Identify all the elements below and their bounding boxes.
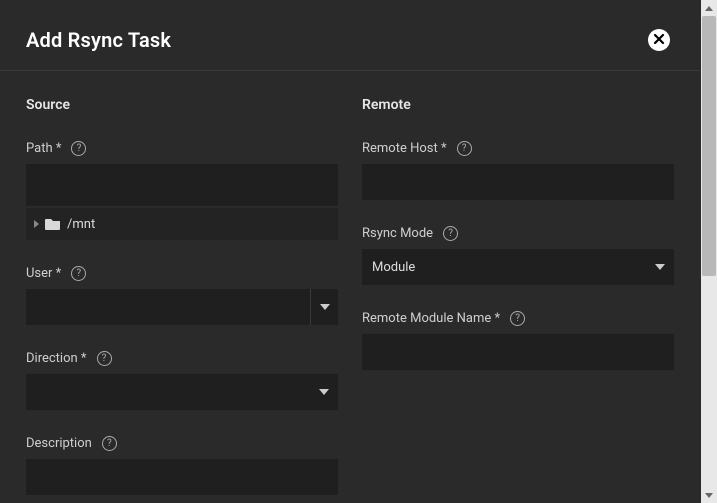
rsync-mode-value: Module xyxy=(362,249,646,285)
path-label: Path * xyxy=(26,141,61,156)
help-icon[interactable]: ? xyxy=(510,311,525,326)
direction-select[interactable] xyxy=(26,374,338,410)
user-dropdown-button[interactable] xyxy=(310,289,338,325)
chevron-down-icon xyxy=(319,389,329,395)
rsync-mode-field: Rsync Mode ? Module xyxy=(362,226,674,285)
scroll-track[interactable] xyxy=(701,16,717,487)
help-icon[interactable]: ? xyxy=(102,436,117,451)
chevron-up-icon xyxy=(705,6,713,11)
help-icon[interactable]: ? xyxy=(457,141,472,156)
source-column: Source Path * ? /mnt User * xyxy=(26,97,338,503)
close-icon xyxy=(652,31,666,50)
remote-host-field: Remote Host * ? xyxy=(362,141,674,200)
path-tree-item[interactable]: /mnt xyxy=(26,208,338,240)
path-field: Path * ? /mnt xyxy=(26,141,338,240)
user-select[interactable] xyxy=(26,289,338,325)
direction-field: Direction * ? xyxy=(26,351,338,410)
user-field: User * ? xyxy=(26,266,338,325)
rsync-mode-dropdown-button[interactable] xyxy=(646,249,674,285)
help-icon[interactable]: ? xyxy=(97,351,112,366)
rsync-mode-label: Rsync Mode xyxy=(362,226,433,241)
user-input[interactable] xyxy=(26,289,310,325)
folder-icon xyxy=(45,217,61,231)
remote-module-input[interactable] xyxy=(362,334,674,370)
user-label: User * xyxy=(26,266,61,281)
scroll-thumb[interactable] xyxy=(702,16,716,276)
remote-host-label: Remote Host * xyxy=(362,141,447,156)
help-icon[interactable]: ? xyxy=(71,141,86,156)
path-input[interactable] xyxy=(26,164,338,206)
remote-host-input[interactable] xyxy=(362,164,674,200)
description-field: Description ? xyxy=(26,436,338,495)
chevron-down-icon xyxy=(655,264,665,270)
remote-module-field: Remote Module Name * ? xyxy=(362,311,674,370)
description-label: Description xyxy=(26,436,92,451)
direction-value xyxy=(26,374,310,410)
path-tree-label: /mnt xyxy=(67,217,95,232)
help-icon[interactable]: ? xyxy=(443,226,458,241)
direction-label: Direction * xyxy=(26,351,87,366)
description-input[interactable] xyxy=(26,459,338,495)
remote-heading: Remote xyxy=(362,97,674,113)
remote-module-label: Remote Module Name * xyxy=(362,311,500,326)
chevron-down-icon xyxy=(320,304,330,310)
dialog-header: Add Rsync Task xyxy=(0,0,700,71)
remote-column: Remote Remote Host * ? Rsync Mode ? Modu… xyxy=(362,97,674,503)
scroll-down-button[interactable] xyxy=(701,487,717,503)
vertical-scrollbar[interactable] xyxy=(701,0,717,503)
chevron-down-icon xyxy=(705,493,713,498)
direction-dropdown-button[interactable] xyxy=(310,374,338,410)
dialog-title: Add Rsync Task xyxy=(26,28,171,52)
rsync-mode-select[interactable]: Module xyxy=(362,249,674,285)
chevron-right-icon xyxy=(34,220,39,228)
source-heading: Source xyxy=(26,97,338,113)
scroll-up-button[interactable] xyxy=(701,0,717,16)
help-icon[interactable]: ? xyxy=(71,266,86,281)
close-button[interactable] xyxy=(648,29,670,51)
